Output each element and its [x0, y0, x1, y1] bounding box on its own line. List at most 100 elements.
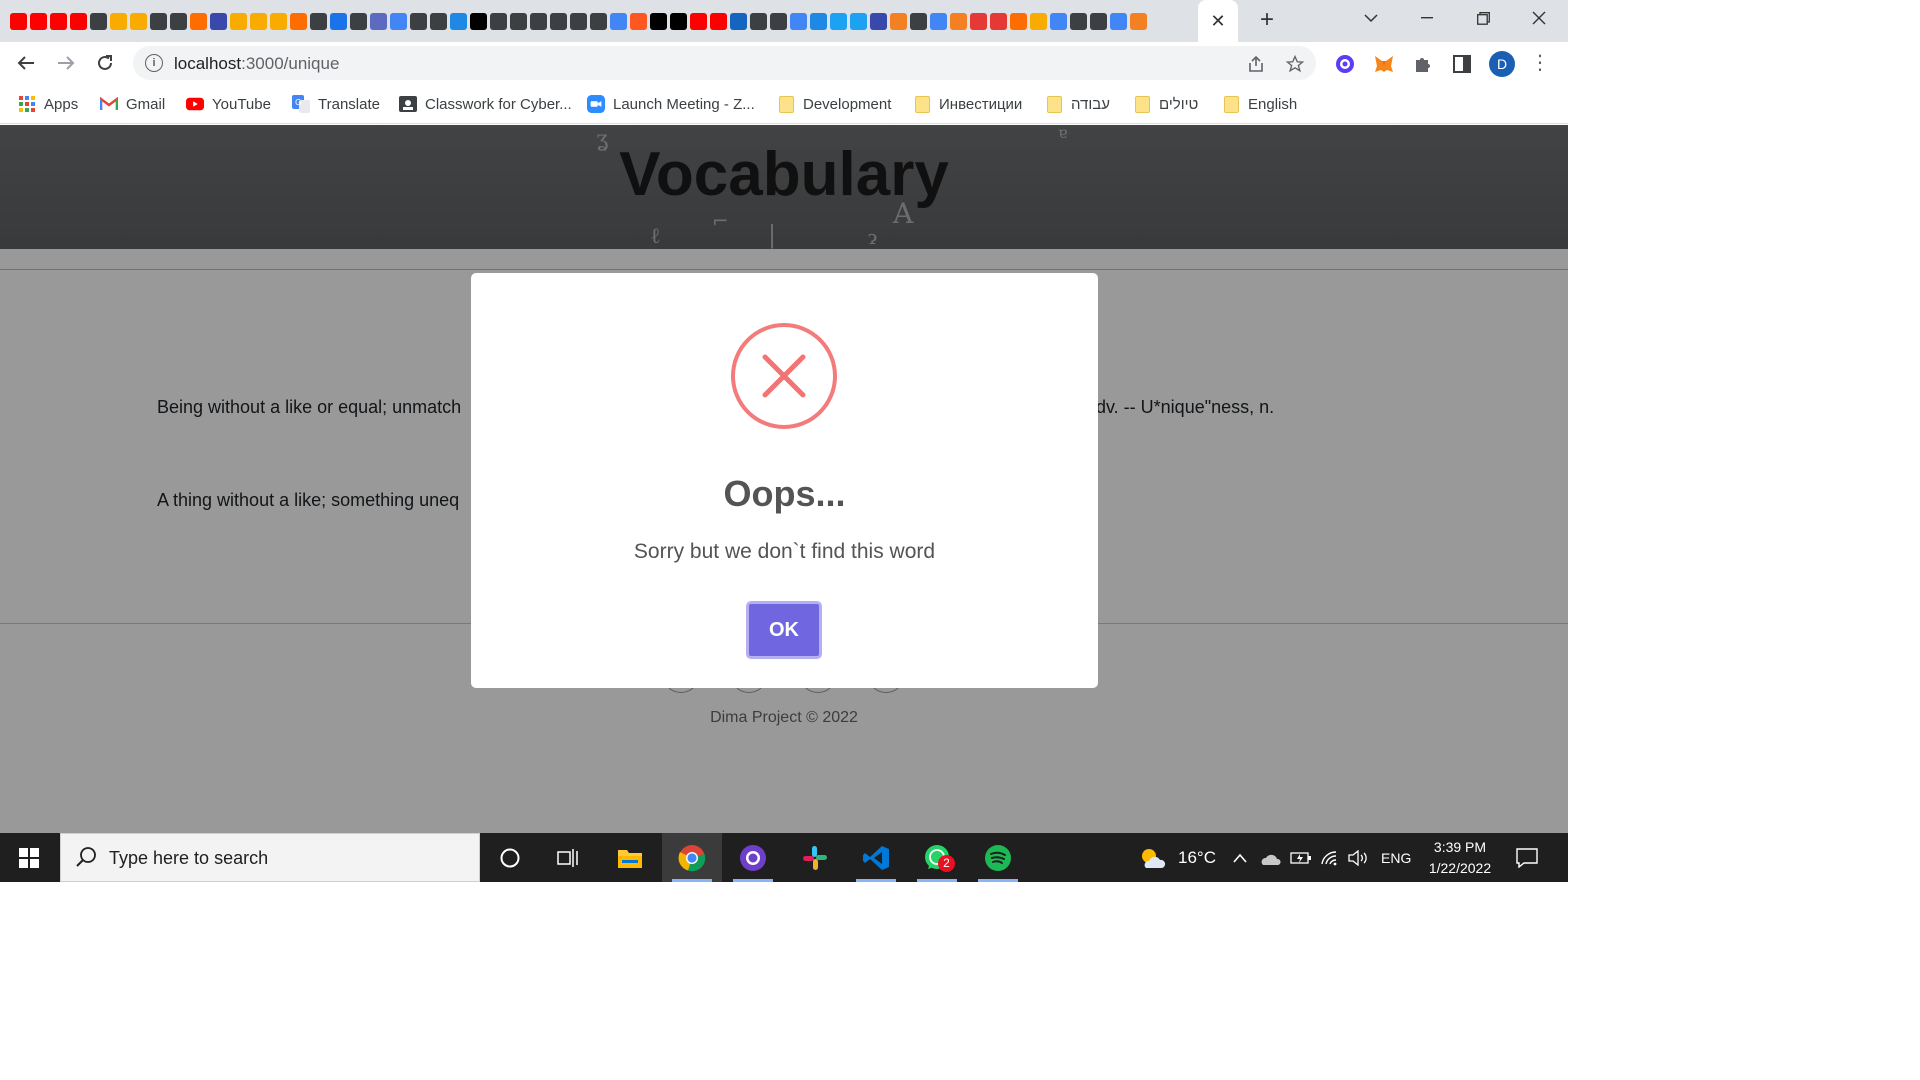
tab-favicon-icon[interactable]: [410, 12, 427, 30]
volume-icon[interactable]: [1348, 833, 1370, 882]
active-tab[interactable]: ✕: [1198, 0, 1238, 42]
profile-avatar[interactable]: D: [1489, 51, 1515, 77]
clock[interactable]: 3:39 PM 1/22/2022: [1420, 837, 1500, 879]
tab-favicon-icon[interactable]: [1010, 12, 1027, 30]
tab-favicon-icon[interactable]: [970, 12, 987, 30]
task-view-icon[interactable]: [538, 833, 598, 882]
bookmark-folder-work[interactable]: עבודה: [1045, 93, 1110, 115]
spotify-icon[interactable]: [968, 833, 1028, 882]
tab-favicon-icon[interactable]: [710, 12, 727, 30]
tab-favicon-icon[interactable]: [50, 12, 67, 30]
bookmark-folder-trips[interactable]: טיולים: [1133, 93, 1198, 115]
extensions-puzzle-icon[interactable]: [1411, 52, 1435, 76]
tab-favicon-icon[interactable]: [670, 12, 687, 30]
reload-button[interactable]: [91, 49, 119, 77]
file-explorer-icon[interactable]: [600, 833, 660, 882]
tab-favicon-icon[interactable]: [10, 12, 27, 30]
tab-favicon-icon[interactable]: [170, 12, 187, 30]
tab-favicon-icon[interactable]: [630, 12, 647, 30]
tab-favicon-icon[interactable]: [1050, 12, 1067, 30]
tab-favicon-icon[interactable]: [390, 12, 407, 30]
tab-favicon-icon[interactable]: [290, 12, 307, 30]
tab-favicon-icon[interactable]: [90, 12, 107, 30]
tab-favicon-icon[interactable]: [470, 12, 487, 30]
tab-favicon-icon[interactable]: [730, 12, 747, 30]
wifi-icon[interactable]: [1320, 833, 1340, 882]
cortana-icon[interactable]: [480, 833, 540, 882]
extension-1-icon[interactable]: [1333, 52, 1357, 76]
tab-favicon-icon[interactable]: [450, 12, 467, 30]
show-hidden-icons-chevron-icon[interactable]: [1232, 833, 1248, 882]
ok-button[interactable]: OK: [746, 601, 822, 659]
tab-favicon-icon[interactable]: [190, 12, 207, 30]
tab-favicon-icon[interactable]: [350, 12, 367, 30]
site-info-icon[interactable]: i: [145, 54, 163, 72]
bookmark-star-icon[interactable]: [1284, 53, 1306, 75]
tab-favicon-icon[interactable]: [990, 12, 1007, 30]
whatsapp-icon[interactable]: 2: [907, 833, 967, 882]
bookmark-youtube[interactable]: YouTube: [186, 93, 271, 115]
tab-favicon-icon[interactable]: [1110, 12, 1127, 30]
tab-favicon-icon[interactable]: [810, 12, 827, 30]
tab-favicon-icon[interactable]: [1070, 12, 1087, 30]
chrome-taskbar-icon[interactable]: [662, 833, 722, 882]
tab-favicon-icon[interactable]: [490, 12, 507, 30]
github-desktop-icon[interactable]: [723, 833, 783, 882]
close-tab-icon[interactable]: ✕: [1210, 11, 1225, 32]
bookmark-zoom[interactable]: Launch Meeting - Z...: [587, 93, 755, 115]
slack-icon[interactable]: [785, 833, 845, 882]
tab-favicon-icon[interactable]: [310, 12, 327, 30]
tab-favicon-icon[interactable]: [250, 12, 267, 30]
minimize-button[interactable]: [1399, 0, 1455, 36]
bookmark-apps[interactable]: Apps: [18, 93, 78, 115]
tab-favicon-icon[interactable]: [770, 12, 787, 30]
restore-button[interactable]: [1455, 0, 1511, 36]
share-icon[interactable]: [1245, 53, 1267, 75]
tab-favicon-icon[interactable]: [590, 12, 607, 30]
address-bar[interactable]: i localhost:3000/unique: [133, 46, 1316, 80]
new-tab-button[interactable]: +: [1253, 6, 1281, 34]
tab-favicon-icon[interactable]: [530, 12, 547, 30]
bookmark-classwork[interactable]: Classwork for Cyber...: [399, 93, 572, 115]
tab-favicon-icon[interactable]: [950, 12, 967, 30]
tab-favicon-icon[interactable]: [650, 12, 667, 30]
bookmark-gmail[interactable]: Gmail: [100, 93, 165, 115]
tab-favicon-icon[interactable]: [1130, 12, 1147, 30]
tab-favicon-icon[interactable]: [70, 12, 87, 30]
tab-favicon-icon[interactable]: [130, 12, 147, 30]
tab-favicon-icon[interactable]: [930, 12, 947, 30]
windows-start-icon[interactable]: [0, 833, 58, 882]
tab-search-chevron-icon[interactable]: [1343, 0, 1399, 36]
tab-favicon-icon[interactable]: [550, 12, 567, 30]
tab-favicon-icon[interactable]: [790, 12, 807, 30]
tab-favicon-icon[interactable]: [890, 12, 907, 30]
side-panel-icon[interactable]: [1450, 52, 1474, 76]
tab-favicon-icon[interactable]: [510, 12, 527, 30]
weather-widget[interactable]: 16°C: [1138, 833, 1216, 882]
tab-favicon-icon[interactable]: [150, 12, 167, 30]
tab-favicons[interactable]: [10, 10, 1198, 32]
tab-favicon-icon[interactable]: [910, 12, 927, 30]
tab-favicon-icon[interactable]: [830, 12, 847, 30]
tab-favicon-icon[interactable]: [1090, 12, 1107, 30]
tab-favicon-icon[interactable]: [850, 12, 867, 30]
forward-button[interactable]: [52, 49, 80, 77]
input-language[interactable]: ENG: [1381, 833, 1411, 882]
chrome-menu-icon[interactable]: ⋮: [1530, 52, 1550, 76]
tab-favicon-icon[interactable]: [330, 12, 347, 30]
bookmark-folder-development[interactable]: Development: [777, 93, 891, 115]
notifications-icon[interactable]: [1516, 833, 1538, 882]
close-window-button[interactable]: [1511, 0, 1567, 36]
tab-favicon-icon[interactable]: [870, 12, 887, 30]
url-text[interactable]: localhost:3000/unique: [174, 54, 339, 74]
tab-favicon-icon[interactable]: [690, 12, 707, 30]
taskbar-search-box[interactable]: Type here to search: [60, 833, 480, 882]
tab-favicon-icon[interactable]: [570, 12, 587, 30]
battery-icon[interactable]: [1290, 833, 1312, 882]
onedrive-icon[interactable]: [1259, 833, 1281, 882]
tab-favicon-icon[interactable]: [210, 12, 227, 30]
tab-favicon-icon[interactable]: [610, 12, 627, 30]
tab-favicon-icon[interactable]: [430, 12, 447, 30]
vscode-icon[interactable]: [846, 833, 906, 882]
back-button[interactable]: [12, 49, 40, 77]
